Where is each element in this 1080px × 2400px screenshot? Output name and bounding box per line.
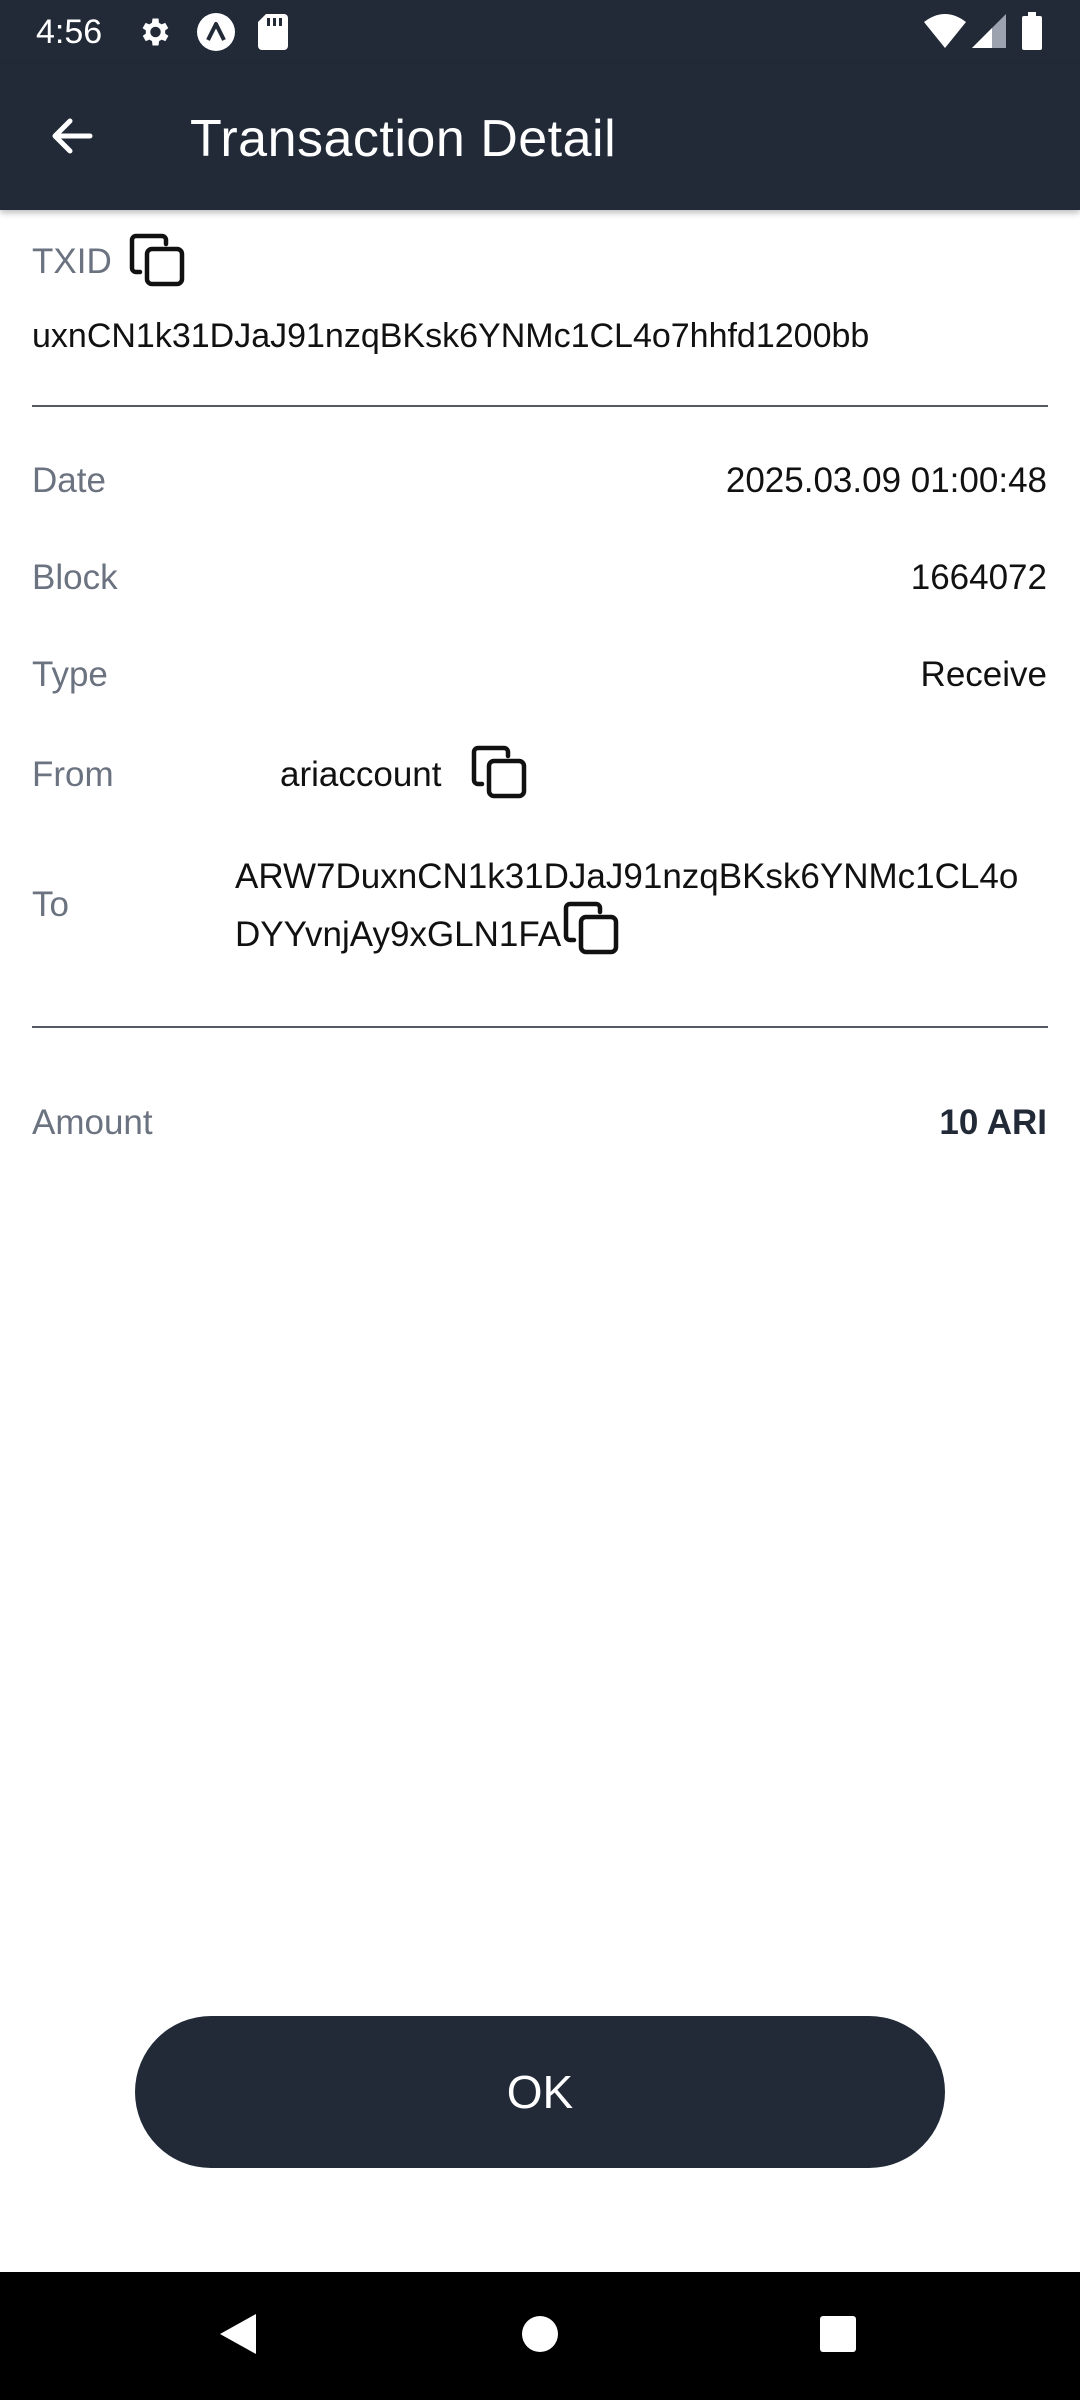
block-label: Block bbox=[32, 558, 118, 597]
settings-icon bbox=[136, 14, 172, 55]
amount-value: 10 ARI bbox=[939, 1103, 1047, 1142]
status-time: 4:56 bbox=[36, 13, 103, 51]
nav-recents-button[interactable] bbox=[798, 2296, 878, 2376]
battery-icon bbox=[1022, 12, 1042, 55]
divider-bottom bbox=[32, 1026, 1048, 1028]
signal-icon bbox=[972, 14, 1006, 53]
amount-label: Amount bbox=[32, 1103, 153, 1142]
wifi-icon bbox=[924, 14, 966, 53]
to-copy-icon[interactable] bbox=[562, 900, 620, 963]
block-value: 1664072 bbox=[910, 558, 1047, 597]
to-value-line1: ARW7DuxnCN1k31DJaJ91nzqBKsk6YNMc1CL4o bbox=[235, 857, 1019, 896]
divider-top bbox=[32, 405, 1048, 407]
app-a-icon bbox=[196, 12, 236, 57]
home-circle-icon bbox=[520, 2314, 560, 2359]
date-label: Date bbox=[32, 461, 106, 500]
status-bar: 4:56 bbox=[0, 0, 1080, 64]
txid-value: uxnCN1k31DJaJ91nzqBKsk6YNMc1CL4o7hhfd120… bbox=[32, 317, 870, 355]
sd-card-icon bbox=[258, 14, 288, 55]
back-button[interactable] bbox=[36, 102, 108, 174]
from-copy-icon[interactable] bbox=[470, 744, 528, 807]
txid-copy-icon[interactable] bbox=[128, 232, 186, 295]
page-title: Transaction Detail bbox=[190, 110, 617, 168]
txid-label: TXID bbox=[32, 242, 112, 281]
system-nav-bar bbox=[0, 2272, 1080, 2400]
to-value-line2: DYYvnjAy9xGLN1FA bbox=[235, 915, 562, 954]
to-label: To bbox=[32, 885, 69, 924]
arrow-back-icon bbox=[48, 112, 96, 165]
from-value: ariaccount bbox=[280, 755, 442, 794]
back-triangle-icon bbox=[216, 2310, 260, 2363]
nav-home-button[interactable] bbox=[500, 2296, 580, 2376]
nav-back-button[interactable] bbox=[198, 2296, 278, 2376]
date-value: 2025.03.09 01:00:48 bbox=[725, 461, 1047, 500]
recents-square-icon bbox=[818, 2314, 858, 2359]
type-label: Type bbox=[32, 655, 108, 694]
ok-button[interactable]: OK bbox=[135, 2016, 945, 2168]
type-value: Receive bbox=[920, 655, 1047, 694]
app-bar: Transaction Detail bbox=[0, 64, 1080, 210]
from-label: From bbox=[32, 755, 114, 794]
